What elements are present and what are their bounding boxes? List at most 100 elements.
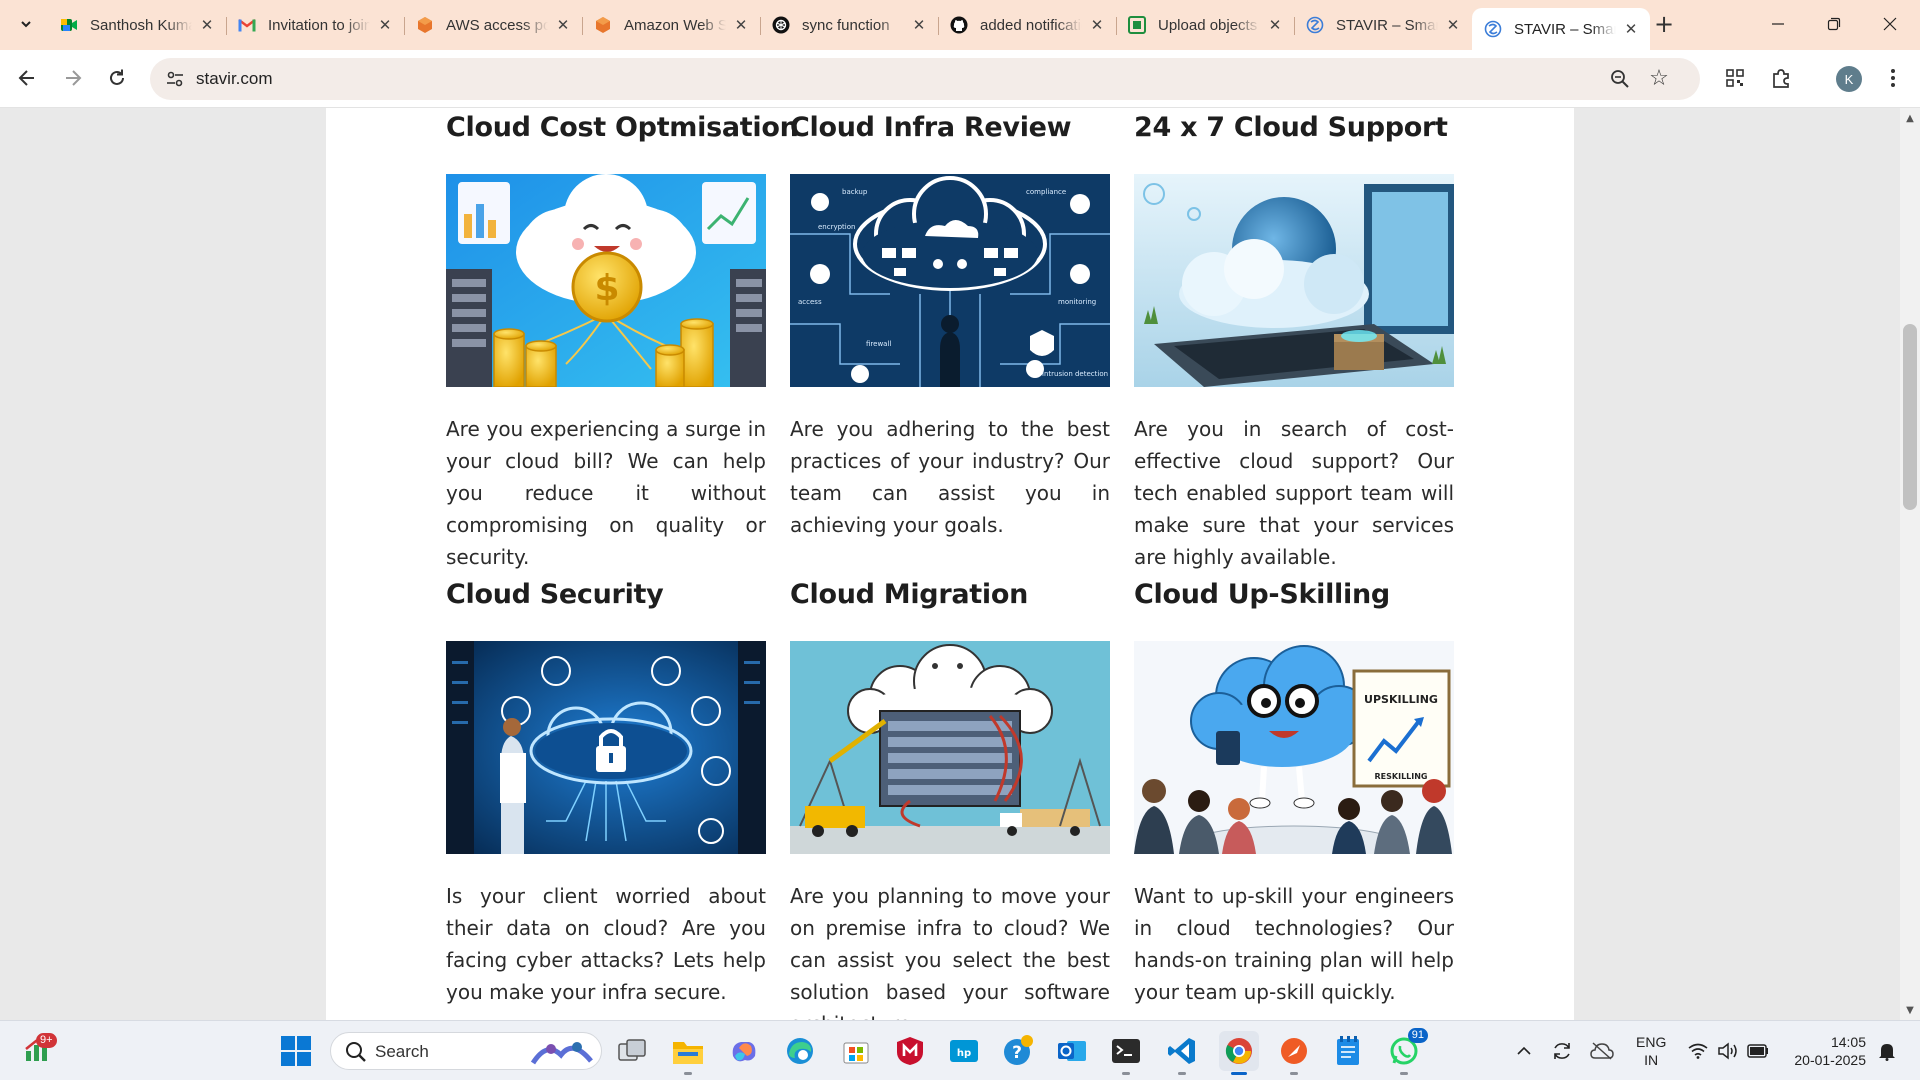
tray-onedrive-button[interactable] (1588, 1021, 1616, 1080)
close-icon[interactable]: ✕ (198, 16, 216, 34)
scrollbar-thumb[interactable] (1903, 324, 1917, 510)
tab-santhosh[interactable]: Santhosh Kumar ✕ (48, 8, 227, 42)
page-scrollbar[interactable]: ▲ ▼ (1900, 108, 1920, 1020)
service-description: Want to up-skill your engineers in cloud… (1134, 884, 1454, 1004)
svg-text:$: $ (594, 268, 619, 309)
close-icon[interactable]: ✕ (554, 16, 572, 34)
restore-button[interactable] (1806, 0, 1862, 48)
browser-menu-button[interactable] (1878, 63, 1908, 93)
svg-text:?: ? (1012, 1043, 1022, 1063)
tab-amazon-web-services[interactable]: Amazon Web Services ✕ (582, 8, 761, 42)
tray-wifi[interactable] (1684, 1021, 1712, 1080)
address-bar[interactable]: stavir.com ☆ (150, 58, 1700, 100)
taskbar-help-app[interactable]: ? (998, 1031, 1038, 1071)
notification-center-button[interactable] (1872, 1021, 1902, 1080)
taskbar-task-view[interactable] (612, 1031, 652, 1071)
bookmark-star-icon[interactable]: ☆ (1646, 65, 1672, 91)
service-card-cost-optimisation: Cloud Cost Optmisation $ Are you experie… (446, 108, 799, 573)
bell-icon (1879, 1044, 1895, 1061)
content-panel: Cloud Cost Optmisation $ Are you experie… (326, 108, 1574, 1020)
taskbar-outlook[interactable] (1052, 1031, 1092, 1071)
taskbar-microsoft-store[interactable] (836, 1031, 876, 1071)
taskbar-postman[interactable] (1274, 1031, 1314, 1075)
tab-sync-function[interactable]: sync function ✕ (760, 8, 939, 42)
widgets-badge: 9+ (36, 1033, 57, 1048)
tray-battery[interactable] (1744, 1021, 1772, 1080)
running-indicator (1122, 1072, 1130, 1075)
back-button[interactable] (10, 61, 44, 95)
task-view-icon (618, 1039, 646, 1061)
plus-icon: + (1653, 10, 1675, 38)
notepad-icon (1337, 1036, 1359, 1065)
cloud-support-illustration (1134, 174, 1454, 387)
service-title: Cloud Cost Optmisation (446, 112, 799, 143)
cast-qr-button[interactable] (1720, 63, 1750, 93)
service-description: Are you adhering to the best practices o… (790, 417, 1110, 537)
tray-volume[interactable] (1714, 1021, 1742, 1080)
tab-title: sync function (802, 16, 890, 34)
taskbar-search-placeholder: Search (375, 1042, 429, 1061)
close-icon[interactable]: ✕ (1444, 16, 1462, 34)
tab-gmail[interactable]: Invitation to join ✕ (226, 8, 405, 42)
language-indicator[interactable]: ENG IN (1636, 1033, 1666, 1069)
service-description: Is your client worried about their data … (446, 884, 766, 1004)
tab-stavir-1[interactable]: STAVIR – Smart ✕ (1294, 8, 1473, 42)
site-settings-icon[interactable] (164, 68, 186, 90)
close-icon[interactable]: ✕ (1088, 16, 1106, 34)
taskbar-search-box[interactable]: Search (330, 1032, 602, 1070)
minimize-button[interactable] (1750, 0, 1806, 48)
aws-icon (416, 16, 434, 34)
scroll-down-arrow-icon[interactable]: ▼ (1900, 1002, 1920, 1018)
new-tab-button[interactable]: + (1650, 10, 1678, 38)
extensions-button[interactable] (1766, 63, 1796, 93)
tray-sync-button[interactable] (1548, 1021, 1576, 1080)
store-icon (843, 1042, 869, 1064)
tab-stavir-active[interactable]: STAVIR – Smart ✕ (1472, 8, 1650, 50)
show-hidden-icons-button[interactable] (1512, 1021, 1536, 1080)
url-text: stavir.com (196, 69, 273, 88)
system-clock[interactable]: 14:05 20-01-2025 (1786, 1033, 1866, 1069)
reload-button[interactable] (100, 61, 134, 95)
taskbar-vscode[interactable] (1162, 1031, 1202, 1075)
taskbar-myhp[interactable]: hp (944, 1031, 984, 1071)
infra-label: backup (842, 188, 868, 196)
close-window-button[interactable] (1862, 0, 1918, 48)
service-title: 24 x 7 Cloud Support (1134, 112, 1448, 143)
profile-avatar[interactable]: K (1836, 66, 1862, 92)
terminal-icon (1112, 1039, 1140, 1063)
close-icon[interactable]: ✕ (732, 16, 750, 34)
close-icon[interactable]: ✕ (1622, 20, 1640, 38)
windows-logo-icon (281, 1036, 311, 1066)
close-icon[interactable]: ✕ (376, 16, 394, 34)
chevron-down-icon (21, 21, 31, 28)
clock-date: 20-01-2025 (1794, 1052, 1866, 1068)
more-vertical-icon (1891, 69, 1895, 87)
close-icon (1883, 17, 1897, 31)
taskbar-chrome[interactable] (1219, 1031, 1259, 1075)
tab-upload-objects[interactable]: Upload objects ✕ (1116, 8, 1295, 42)
tab-github[interactable]: added notifications ✕ (938, 8, 1117, 42)
mcafee-shield-icon (897, 1037, 923, 1065)
zoom-icon[interactable] (1608, 67, 1632, 91)
start-button[interactable] (280, 1035, 312, 1067)
close-icon[interactable]: ✕ (1266, 16, 1284, 34)
taskbar-mcafee[interactable] (890, 1031, 930, 1071)
infra-label: access (798, 298, 822, 306)
edge-icon (787, 1038, 813, 1064)
cloud-offline-icon (1590, 1042, 1614, 1060)
running-indicator (1231, 1072, 1247, 1075)
infra-label: encryption (818, 223, 855, 231)
taskbar-terminal[interactable] (1106, 1031, 1146, 1075)
taskbar-notepad[interactable] (1328, 1031, 1368, 1071)
taskbar-whatsapp[interactable]: 91 (1384, 1028, 1428, 1075)
tab-aws-access[interactable]: AWS access portal ✕ (404, 8, 583, 42)
service-description: Are you in search of cost-effective clou… (1134, 417, 1454, 569)
scroll-up-arrow-icon[interactable]: ▲ (1900, 110, 1920, 126)
browser-toolbar: stavir.com ☆ K (0, 50, 1920, 108)
forward-button[interactable] (56, 61, 90, 95)
taskbar-file-explorer[interactable] (668, 1031, 708, 1075)
tab-search-button[interactable] (12, 10, 40, 38)
close-icon[interactable]: ✕ (910, 16, 928, 34)
taskbar-edge[interactable] (780, 1031, 820, 1071)
taskbar-copilot[interactable] (724, 1031, 764, 1071)
